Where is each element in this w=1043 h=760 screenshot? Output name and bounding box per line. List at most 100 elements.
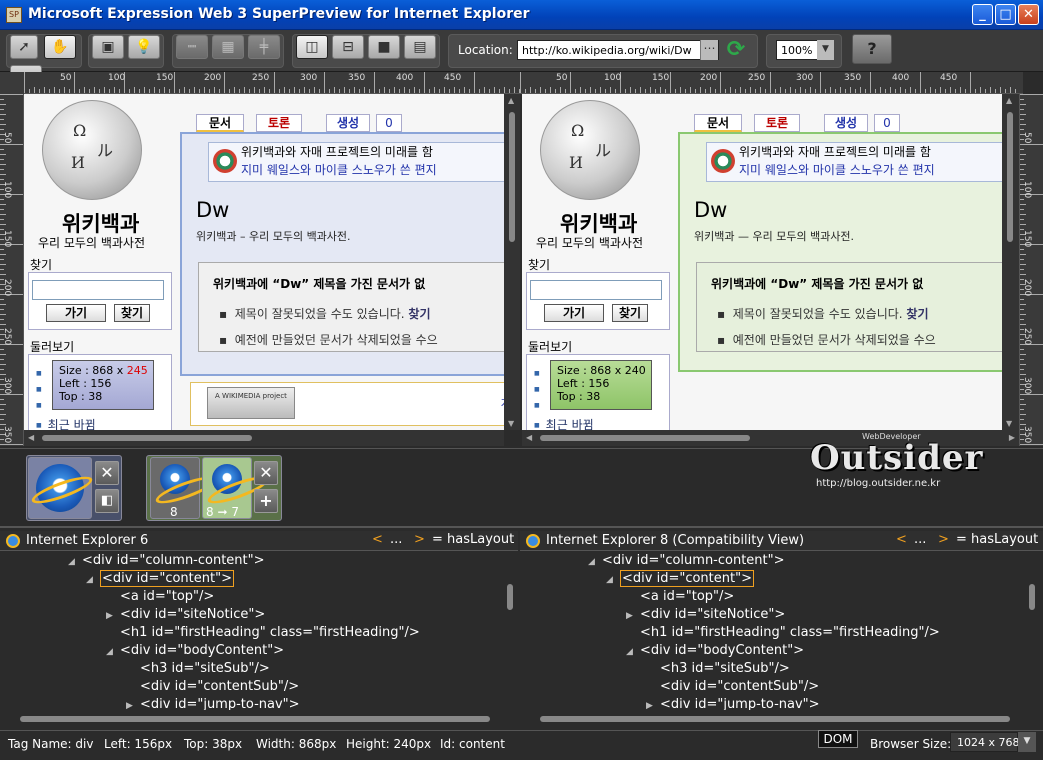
add-browser-button[interactable]: + — [254, 489, 278, 513]
preview-pane-ie8[interactable]: ΩルИ 위키백과 우리 모두의 백과사전 찾기 가기 찾기 둘러보기 최근 바뀜… — [522, 94, 1002, 430]
dom-hscroll-left[interactable] — [0, 712, 518, 726]
remove-baseline-button[interactable]: ✕ — [95, 461, 119, 485]
dom-node[interactable]: <h1 id="firstHeading" class="firstHeadin… — [640, 625, 940, 640]
minimize-button[interactable]: _ — [972, 4, 993, 25]
nav-link[interactable] — [36, 398, 52, 412]
dom-node[interactable]: ▶ <div id="siteNotice"> — [626, 607, 785, 622]
remove-comparison-button[interactable]: ✕ — [254, 461, 278, 485]
location-menu-button[interactable]: ⋯ — [700, 40, 718, 60]
dom-node[interactable]: <div id="contentSub"/> — [660, 679, 819, 694]
tab-discussion[interactable]: 토론 — [754, 114, 800, 132]
help-button[interactable]: ? — [852, 34, 892, 64]
browser-size-select[interactable]: 1024 x 768 — [950, 732, 1020, 752]
expand-arrow-icon[interactable]: ▶ — [626, 611, 633, 621]
go-button[interactable]: 가기 — [544, 304, 604, 322]
recent-changes-link[interactable]: 최근 바뀜 — [534, 416, 594, 430]
preview-mode-icon[interactable]: ▣ — [92, 35, 124, 59]
wikimedia-badge[interactable]: A WIKIMEDIA project — [207, 387, 295, 419]
split-horizontal-icon[interactable]: ⊟ — [332, 35, 364, 59]
dom-node[interactable]: <h3 id="siteSub"/> — [660, 661, 790, 676]
tab-discussion[interactable]: 토론 — [256, 114, 302, 132]
dom-button[interactable]: DOM — [818, 730, 858, 748]
search-link[interactable]: 찾기 — [906, 307, 928, 321]
tab-count[interactable]: 0 — [376, 114, 402, 132]
search-input[interactable] — [530, 280, 662, 300]
expand-arrow-icon[interactable]: ▶ — [126, 701, 133, 710]
vertical-scrollbar-left[interactable]: ▲ ▼ — [504, 94, 520, 430]
grid-icon[interactable]: ▦ — [212, 35, 244, 59]
dom-next-button[interactable]: > — [938, 532, 949, 547]
preview-pane-ie6[interactable]: ΩルИ 위키백과 우리 모두의 백과사전 찾기 가기 찾기 둘러보기 최근 바뀜… — [24, 94, 504, 430]
ruler-icon[interactable]: ┉ — [176, 35, 208, 59]
content-highlight[interactable]: 위키백과와 자매 프로젝트의 미래를 함 지미 웨일스와 마이클 스노우가 쓴 편… — [678, 132, 1002, 372]
nav-link[interactable] — [36, 382, 52, 396]
nav-link[interactable] — [36, 366, 52, 380]
collapse-arrow-icon[interactable]: ◢ — [606, 575, 613, 585]
horizontal-scrollbar-left[interactable]: ◀▶ — [24, 430, 520, 446]
nav-link[interactable] — [534, 382, 550, 396]
dom-node[interactable]: ▶ <div id="jump-to-nav"> — [126, 697, 300, 710]
dom-node[interactable]: ◢ <div id="content"> — [606, 570, 754, 587]
collapse-arrow-icon[interactable]: ◢ — [68, 557, 75, 567]
baseline-layout-button[interactable]: ◧ — [95, 489, 119, 513]
search-input[interactable] — [32, 280, 164, 300]
dom-hscroll-right[interactable] — [520, 712, 1040, 726]
notice-link[interactable]: 지미 웨일스와 마이클 스노우가 쓴 편지 — [241, 163, 437, 177]
highlight-bulb-icon[interactable]: 💡 — [128, 35, 160, 59]
dom-node[interactable]: ◢ <div id="column-content"> — [68, 553, 265, 568]
dom-tree-right[interactable]: ◢ <div id="column-content"> ◢ <div id="cont… — [520, 552, 1020, 710]
expand-arrow-icon[interactable]: ▶ — [646, 701, 653, 710]
dom-node[interactable]: ◢ <div id="bodyContent"> — [106, 643, 284, 658]
collapse-arrow-icon[interactable]: ◢ — [86, 575, 93, 585]
dom-parent-button[interactable]: ... — [390, 532, 402, 547]
tab-article[interactable]: 문서 — [694, 114, 742, 132]
guides-icon[interactable]: ╪ — [248, 35, 280, 59]
dom-node[interactable]: <h1 id="firstHeading" class="firstHeadin… — [120, 625, 420, 640]
dom-node[interactable]: ◢ <div id="column-content"> — [588, 553, 785, 568]
expand-arrow-icon[interactable]: ▶ — [106, 611, 113, 621]
pointer-icon[interactable]: ➚ — [10, 35, 38, 59]
dom-prev-button[interactable]: < — [896, 532, 907, 547]
tab-create[interactable]: 생성 — [824, 114, 868, 132]
dom-vscroll-left[interactable] — [502, 552, 518, 710]
search-button[interactable]: 찾기 — [612, 304, 648, 322]
split-vertical-icon[interactable]: ◫ — [296, 35, 328, 59]
vertical-scrollbar-right[interactable]: ▲ ▼ — [1002, 94, 1019, 430]
close-button[interactable]: ✕ — [1018, 4, 1039, 25]
dom-prev-button[interactable]: < — [372, 532, 383, 547]
tab-create[interactable]: 생성 — [326, 114, 370, 132]
dom-next-button[interactable]: > — [414, 532, 425, 547]
collapse-arrow-icon[interactable]: ◢ — [106, 647, 113, 657]
dom-vscroll-right[interactable] — [1024, 552, 1040, 710]
overlay-icon[interactable]: ■ — [368, 35, 400, 59]
dom-node[interactable]: <h3 id="siteSub"/> — [140, 661, 270, 676]
dom-tree-left[interactable]: ◢ <div id="column-content"> ◢ <div id="cont… — [0, 552, 500, 710]
nav-link[interactable] — [534, 398, 550, 412]
search-button[interactable]: 찾기 — [114, 304, 150, 322]
location-input[interactable]: http://ko.wikipedia.org/wiki/Dw — [517, 40, 719, 60]
single-view-icon[interactable]: ▤ — [404, 35, 436, 59]
tab-article[interactable]: 문서 — [196, 114, 244, 132]
nav-link[interactable] — [534, 366, 550, 380]
browser-size-dropdown-icon[interactable]: ▼ — [1018, 732, 1036, 752]
dom-node[interactable]: ▶ <div id="siteNotice"> — [106, 607, 265, 622]
maximize-button[interactable]: □ — [995, 4, 1016, 25]
tab-count[interactable]: 0 — [874, 114, 900, 132]
collapse-arrow-icon[interactable]: ◢ — [588, 557, 595, 567]
search-link[interactable]: 찾기 — [408, 307, 430, 321]
go-button[interactable]: 가기 — [46, 304, 106, 322]
dom-parent-button[interactable]: ... — [914, 532, 926, 547]
notice-link[interactable]: 지미 웨일스와 마이클 스노우가 쓴 편지 — [739, 163, 935, 177]
dom-node[interactable]: <div id="contentSub"/> — [140, 679, 299, 694]
content-highlight[interactable]: 위키백과와 자매 프로젝트의 미래를 함 지미 웨일스와 마이클 스노우가 쓴 편… — [180, 132, 504, 376]
dom-node[interactable]: <a id="top"/> — [640, 589, 734, 604]
dom-node[interactable]: ◢ <div id="content"> — [86, 570, 234, 587]
zoom-dropdown-icon[interactable]: ▼ — [817, 40, 834, 60]
dom-node[interactable]: ▶ <div id="jump-to-nav"> — [646, 697, 820, 710]
recent-changes-link[interactable]: 최근 바뀜 — [36, 416, 96, 430]
dom-node[interactable]: <a id="top"/> — [120, 589, 214, 604]
refresh-icon[interactable]: ⟳ — [724, 39, 748, 63]
collapse-arrow-icon[interactable]: ◢ — [626, 647, 633, 657]
dom-node[interactable]: ◢ <div id="bodyContent"> — [626, 643, 804, 658]
hand-pan-icon[interactable]: ✋ — [44, 35, 76, 59]
